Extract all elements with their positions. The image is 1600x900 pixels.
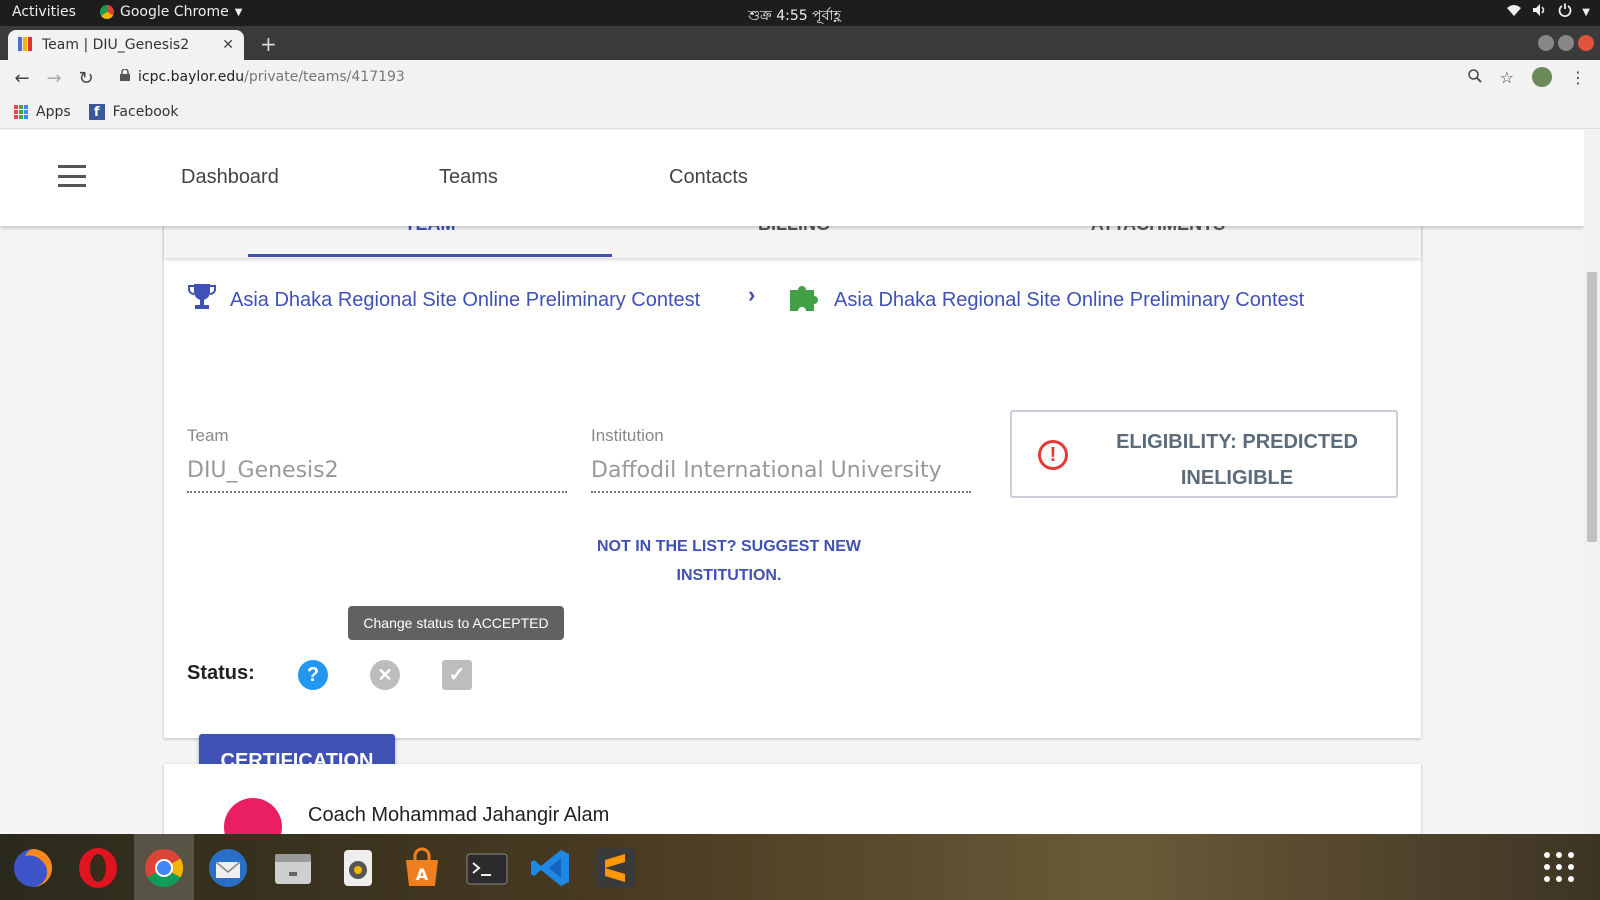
status-accept-icon[interactable]: ✓ xyxy=(442,660,472,690)
minimize-button[interactable] xyxy=(1538,35,1554,51)
rhythmbox-icon[interactable] xyxy=(335,845,381,891)
team-card: TEAM BILLING ATTACHMENTS Asia Dhaka Regi… xyxy=(164,190,1421,788)
system-tray[interactable]: ▼ xyxy=(1506,3,1590,21)
browser-tab[interactable]: Team | DIU_Genesis2 ✕ xyxy=(8,30,244,60)
bookmark-facebook[interactable]: f Facebook xyxy=(88,104,179,120)
eligibility-box: ! ELIGIBILITY: PREDICTED INELIGIBLE xyxy=(1010,410,1398,498)
wifi-icon xyxy=(1506,3,1522,21)
maximize-button[interactable] xyxy=(1558,35,1574,51)
profile-avatar[interactable] xyxy=(1532,67,1552,87)
bookmarks-bar: Apps f Facebook xyxy=(0,96,1600,129)
show-applications-icon[interactable] xyxy=(1544,852,1574,882)
dock: A xyxy=(0,834,1600,900)
coach-name: Coach Mohammad Jahangir Alam xyxy=(308,804,610,826)
vscode-icon[interactable] xyxy=(528,845,574,891)
browser-toolbar: ← → ↻ icpc.baylor.edu/private/teams/4171… xyxy=(0,60,1600,96)
app-menu[interactable]: Google Chrome ▼ xyxy=(100,4,242,20)
reload-icon[interactable]: ↻ xyxy=(70,68,102,89)
institution-field[interactable]: Daffodil International University xyxy=(591,458,971,493)
suggest-line: NOT IN THE LIST? SUGGEST NEW xyxy=(597,538,861,555)
contest-name: Asia Dhaka Regional Site Online Prelimin… xyxy=(834,288,1305,311)
eligibility-line: ELIGIBILITY: PREDICTED xyxy=(1116,431,1358,453)
institution-label: Institution xyxy=(591,426,664,445)
page-scrollbar[interactable] xyxy=(1584,130,1600,834)
files-icon[interactable] xyxy=(270,845,316,891)
browser-tab-strip: Team | DIU_Genesis2 ✕ + xyxy=(0,26,1600,60)
apps-grid-icon xyxy=(14,105,28,119)
nav-dashboard[interactable]: Dashboard xyxy=(181,166,279,189)
forward-arrow-icon[interactable]: → xyxy=(38,68,70,89)
more-vert-icon[interactable]: ⋮ xyxy=(1570,68,1586,87)
bookmark-label: Facebook xyxy=(112,104,179,120)
active-tab-indicator xyxy=(248,254,612,257)
toolbar-right: ☆ ⋮ xyxy=(1467,67,1586,87)
sublime-text-icon[interactable] xyxy=(592,845,638,891)
tab-title: Team | DIU_Genesis2 xyxy=(42,37,190,53)
contest-name: Asia Dhaka Regional Site Online Prelimin… xyxy=(230,288,701,311)
software-center-icon[interactable]: A xyxy=(399,845,445,891)
clock[interactable]: শুক্র 4:55 পূর্বাহ্ণ xyxy=(748,4,841,28)
url-host: icpc.baylor.edu xyxy=(138,69,245,85)
svg-text:A: A xyxy=(416,865,429,884)
terminal-icon[interactable] xyxy=(464,845,510,891)
back-arrow-icon[interactable]: ← xyxy=(6,68,38,89)
nav-contacts[interactable]: Contacts xyxy=(669,166,748,189)
volume-icon xyxy=(1532,3,1548,21)
status-cancel-icon[interactable]: ✕ xyxy=(370,660,400,690)
trophy-icon xyxy=(188,282,216,318)
bookmark-label: Apps xyxy=(36,104,71,120)
thunderbird-icon[interactable] xyxy=(205,845,251,891)
opera-icon[interactable] xyxy=(75,845,121,891)
window-controls xyxy=(1538,35,1594,51)
eligibility-text: ELIGIBILITY: PREDICTED INELIGIBLE xyxy=(1092,424,1382,496)
zoom-icon[interactable] xyxy=(1467,68,1482,87)
close-window-button[interactable] xyxy=(1578,35,1594,51)
app-bar: Dashboard Teams Contacts xyxy=(0,130,1584,226)
icpc-favicon-icon xyxy=(18,37,34,53)
scrollbar-thumb[interactable] xyxy=(1587,272,1597,542)
contest-link-right[interactable]: Asia Dhaka Regional Site Online Prelimin… xyxy=(788,282,1304,318)
suggest-line: INSTITUTION. xyxy=(676,567,782,584)
close-icon[interactable]: ✕ xyxy=(222,37,234,53)
team-name-field[interactable]: DIU_Genesis2 xyxy=(187,458,567,493)
power-icon xyxy=(1558,3,1572,21)
url-path: /private/teams/417193 xyxy=(244,69,405,85)
lock-icon xyxy=(120,68,130,85)
suggest-institution-link[interactable]: NOT IN THE LIST? SUGGEST NEW INSTITUTION… xyxy=(584,532,874,590)
page-viewport: Dashboard Teams Contacts TEAM BILLING AT… xyxy=(0,130,1584,834)
system-top-bar: Activities Google Chrome ▼ শুক্র 4:55 পূ… xyxy=(0,0,1600,26)
status-tooltip: Change status to ACCEPTED xyxy=(348,606,564,640)
app-name: Google Chrome xyxy=(120,4,229,20)
status-pending-icon[interactable]: ? xyxy=(298,660,328,690)
team-label: Team xyxy=(187,426,229,445)
coach-avatar xyxy=(224,798,282,834)
bookmark-apps[interactable]: Apps xyxy=(14,104,71,120)
puzzle-icon xyxy=(788,282,820,318)
caret-down-icon: ▼ xyxy=(234,6,243,18)
chrome-icon[interactable] xyxy=(141,845,187,891)
star-icon[interactable]: ☆ xyxy=(1500,68,1514,87)
new-tab-icon[interactable]: + xyxy=(260,32,277,56)
chrome-icon xyxy=(100,5,114,19)
eligibility-line: INELIGIBLE xyxy=(1180,467,1294,489)
coach-card: Coach Mohammad Jahangir Alam xyxy=(164,764,1421,834)
activities-button[interactable]: Activities xyxy=(12,4,76,20)
firefox-icon[interactable] xyxy=(10,845,56,891)
address-bar[interactable]: icpc.baylor.edu/private/teams/417193 xyxy=(120,68,405,85)
contest-link-left[interactable]: Asia Dhaka Regional Site Online Prelimin… xyxy=(188,282,700,318)
nav-teams[interactable]: Teams xyxy=(439,166,498,189)
chevron-right-icon: › xyxy=(748,282,756,307)
caret-down-icon: ▼ xyxy=(1582,6,1590,18)
facebook-icon: f xyxy=(88,104,105,120)
status-label: Status: xyxy=(187,662,255,684)
menu-icon[interactable] xyxy=(58,165,86,187)
error-icon: ! xyxy=(1038,440,1068,470)
